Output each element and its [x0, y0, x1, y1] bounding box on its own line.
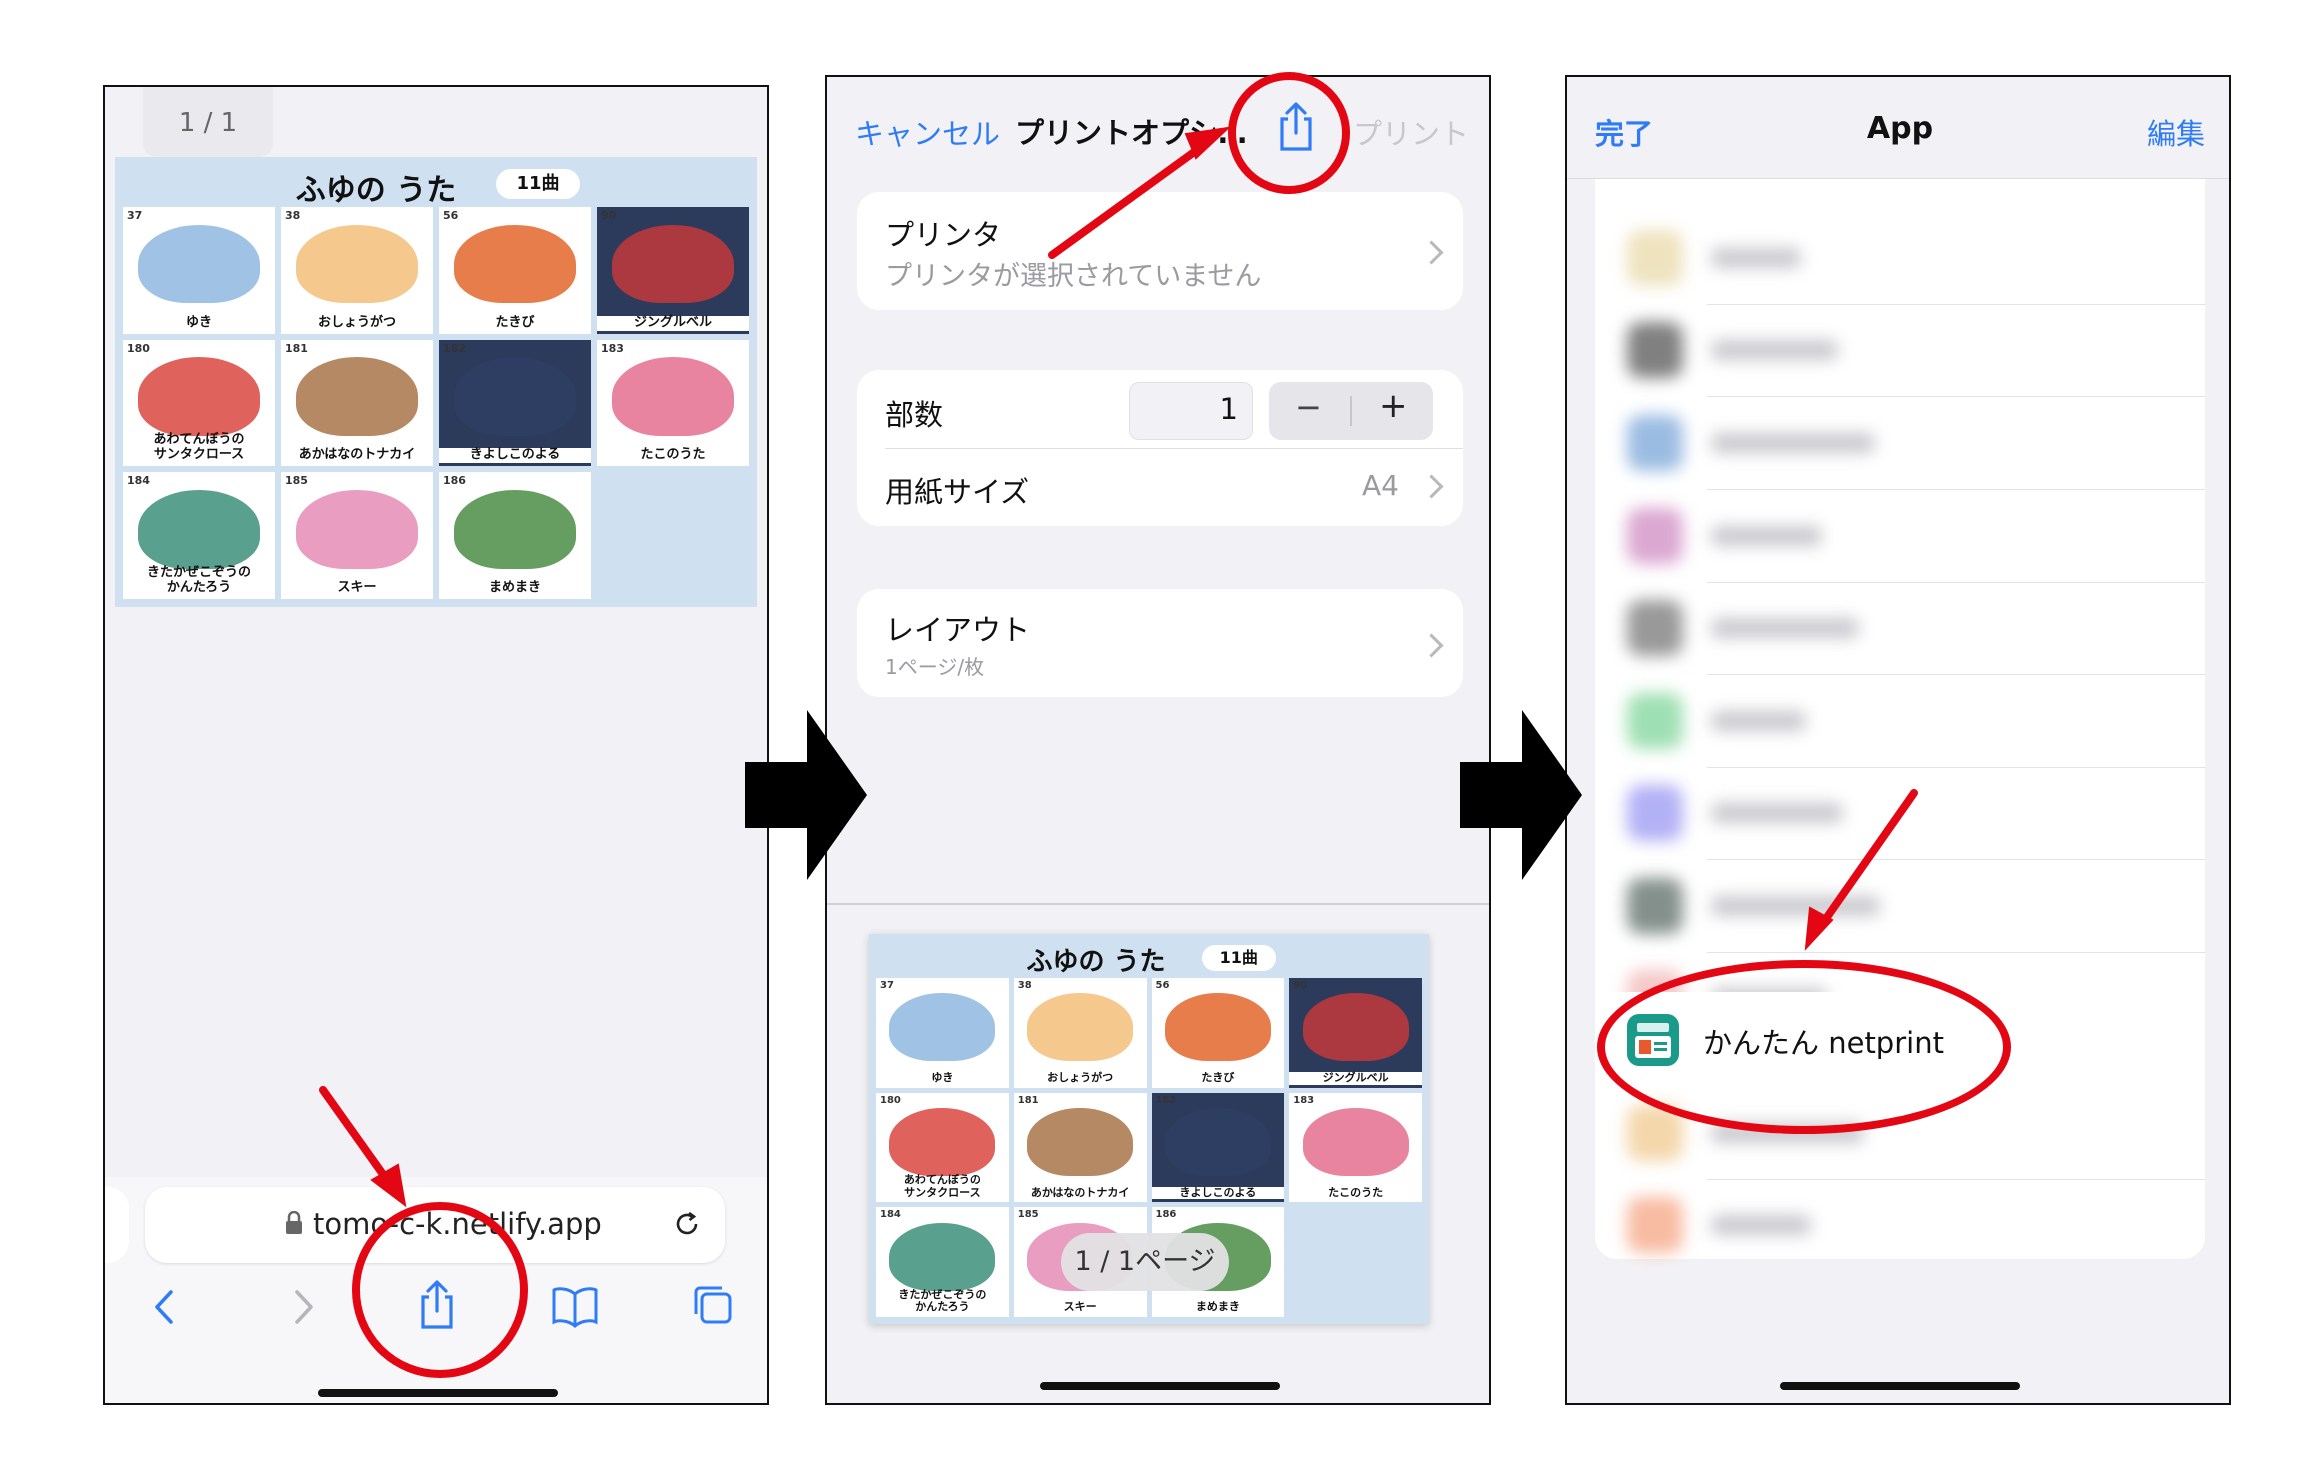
red-arrow-icon: [319, 1086, 396, 1191]
step-arrow-icon: [745, 710, 867, 880]
red-arrow-icon: [1048, 138, 1212, 259]
highlight-circle-share-print: [1228, 72, 1350, 194]
highlight-circle-share: [352, 1202, 528, 1378]
red-arrow-icon: [1814, 789, 1918, 934]
highlight-circle-netprint: [1597, 960, 2011, 1134]
step-arrow-icon: [1460, 710, 1582, 880]
annotation-layer: [319, 126, 1918, 1208]
